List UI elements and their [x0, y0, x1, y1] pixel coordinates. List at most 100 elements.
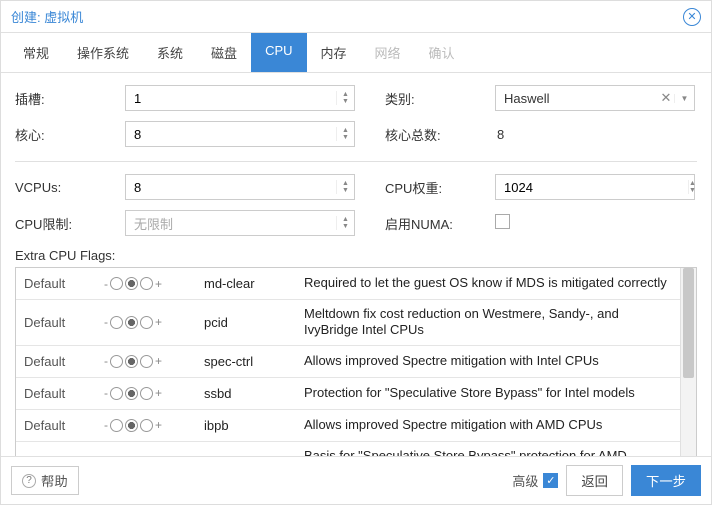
flag-tristate[interactable]: -+ — [104, 354, 204, 368]
radio-default[interactable] — [125, 316, 138, 329]
vcpus-input[interactable]: ▲▼ — [125, 174, 355, 200]
radio-on[interactable] — [140, 277, 153, 290]
chevron-up-icon[interactable]: ▲ — [337, 180, 354, 187]
flag-name: pcid — [204, 315, 304, 330]
cpu-limit-label: CPU限制: — [15, 214, 125, 233]
radio-off[interactable] — [110, 419, 123, 432]
cpu-type-select[interactable]: Haswell ✕ ▼ — [495, 85, 695, 111]
spinner-arrows[interactable]: ▲▼ — [336, 180, 354, 194]
spinner-arrows[interactable]: ▲▼ — [336, 91, 354, 105]
cpu-units-label: CPU权重: — [385, 178, 495, 197]
flag-desc: Allows improved Spectre mitigation with … — [304, 353, 672, 369]
tab-6: 网络 — [361, 33, 415, 72]
spinner-arrows[interactable]: ▲▼ — [336, 216, 354, 230]
flag-state: Default — [24, 418, 104, 433]
flag-tristate[interactable]: -+ — [104, 277, 204, 291]
window-title: 创建: 虚拟机 — [11, 7, 83, 26]
spinner-arrows[interactable]: ▲▼ — [688, 180, 696, 194]
radio-default[interactable] — [125, 387, 138, 400]
chevron-up-icon[interactable]: ▲ — [337, 91, 354, 98]
advanced-toggle[interactable]: 高级 ✓ — [512, 471, 558, 490]
total-cores-value: 8 — [495, 127, 695, 142]
flag-state: Default — [24, 276, 104, 291]
tab-1[interactable]: 操作系统 — [63, 33, 143, 72]
close-icon[interactable]: ✕ — [683, 8, 701, 26]
footer-right: 高级 ✓ 返回 下一步 — [512, 465, 701, 496]
radio-on[interactable] — [140, 387, 153, 400]
help-button[interactable]: ? 帮助 — [11, 466, 79, 495]
question-icon: ? — [22, 474, 36, 488]
radio-off[interactable] — [110, 355, 123, 368]
numa-checkbox[interactable] — [495, 214, 510, 229]
flag-desc: Meltdown fix cost reduction on Westmere,… — [304, 306, 672, 339]
cpu-units-field[interactable] — [496, 175, 688, 199]
chevron-down-icon[interactable]: ▼ — [337, 187, 354, 194]
spinner-arrows[interactable]: ▲▼ — [336, 127, 354, 141]
radio-default[interactable] — [125, 355, 138, 368]
flag-row: Default-+pcidMeltdown fix cost reduction… — [16, 300, 680, 346]
cpu-limit-field[interactable] — [126, 211, 336, 235]
flag-desc: Allows improved Spectre mitigation with … — [304, 417, 672, 433]
radio-on[interactable] — [140, 355, 153, 368]
tab-4[interactable]: CPU — [251, 33, 306, 72]
flags-box: Default-+md-clearRequired to let the gue… — [15, 267, 697, 456]
flag-tristate[interactable]: -+ — [104, 315, 204, 329]
flag-row: Default-+virt-ssbdBasis for "Speculative… — [16, 442, 680, 457]
sockets-input[interactable]: ▲▼ — [125, 85, 355, 111]
flag-desc: Protection for "Speculative Store Bypass… — [304, 385, 672, 401]
titlebar: 创建: 虚拟机 ✕ — [1, 1, 711, 33]
flags-title: Extra CPU Flags: — [15, 248, 697, 263]
chevron-down-icon[interactable]: ▼ — [674, 94, 694, 103]
chevron-down-icon[interactable]: ▼ — [337, 98, 354, 105]
chevron-down-icon[interactable]: ▼ — [689, 187, 696, 194]
flag-tristate[interactable]: -+ — [104, 386, 204, 400]
radio-on[interactable] — [140, 316, 153, 329]
radio-default[interactable] — [125, 277, 138, 290]
footer: ? 帮助 高级 ✓ 返回 下一步 — [1, 456, 711, 504]
vcpus-field[interactable] — [126, 175, 336, 199]
sockets-field[interactable] — [126, 86, 336, 110]
tab-2[interactable]: 系统 — [143, 33, 197, 72]
dialog-window: 创建: 虚拟机 ✕ 常规操作系统系统磁盘CPU内存网络确认 插槽: ▲▼ 类别:… — [0, 0, 712, 505]
content-area: 插槽: ▲▼ 类别: Haswell ✕ ▼ 核心: ▲▼ 核心总数: 8 — [1, 73, 711, 456]
chevron-down-icon[interactable]: ▼ — [337, 223, 354, 230]
flag-state: Default — [24, 386, 104, 401]
radio-on[interactable] — [140, 419, 153, 432]
chevron-up-icon[interactable]: ▲ — [337, 216, 354, 223]
chevron-up-icon[interactable]: ▲ — [689, 180, 696, 187]
flag-desc: Required to let the guest OS know if MDS… — [304, 275, 672, 291]
chevron-up-icon[interactable]: ▲ — [337, 127, 354, 134]
cores-field[interactable] — [126, 122, 336, 146]
flag-tristate[interactable]: -+ — [104, 418, 204, 432]
tab-0[interactable]: 常规 — [9, 33, 63, 72]
plus-icon: + — [155, 315, 162, 329]
check-icon: ✓ — [543, 473, 558, 488]
cpu-limit-input[interactable]: ▲▼ — [125, 210, 355, 236]
flag-name: ibpb — [204, 418, 304, 433]
separator — [15, 161, 697, 162]
tab-5[interactable]: 内存 — [307, 33, 361, 72]
clear-icon[interactable]: ✕ — [658, 90, 674, 106]
cpu-units-input[interactable]: ▲▼ — [495, 174, 695, 200]
back-button[interactable]: 返回 — [566, 465, 623, 496]
radio-default[interactable] — [125, 419, 138, 432]
scrollbar[interactable] — [680, 268, 696, 456]
advanced-label: 高级 — [512, 471, 538, 490]
sockets-label: 插槽: — [15, 89, 125, 108]
cores-label: 核心: — [15, 125, 125, 144]
flag-name: spec-ctrl — [204, 354, 304, 369]
flag-row: Default-+md-clearRequired to let the gue… — [16, 268, 680, 300]
flags-table: Default-+md-clearRequired to let the gue… — [16, 268, 680, 456]
tab-3[interactable]: 磁盘 — [197, 33, 251, 72]
next-button[interactable]: 下一步 — [631, 465, 701, 496]
plus-icon: + — [155, 354, 162, 368]
radio-off[interactable] — [110, 277, 123, 290]
cpu-type-value: Haswell — [496, 91, 658, 106]
radio-off[interactable] — [110, 316, 123, 329]
chevron-down-icon[interactable]: ▼ — [337, 134, 354, 141]
scroll-thumb[interactable] — [683, 268, 694, 378]
flag-name: ssbd — [204, 386, 304, 401]
cores-input[interactable]: ▲▼ — [125, 121, 355, 147]
flag-name: md-clear — [204, 276, 304, 291]
radio-off[interactable] — [110, 387, 123, 400]
